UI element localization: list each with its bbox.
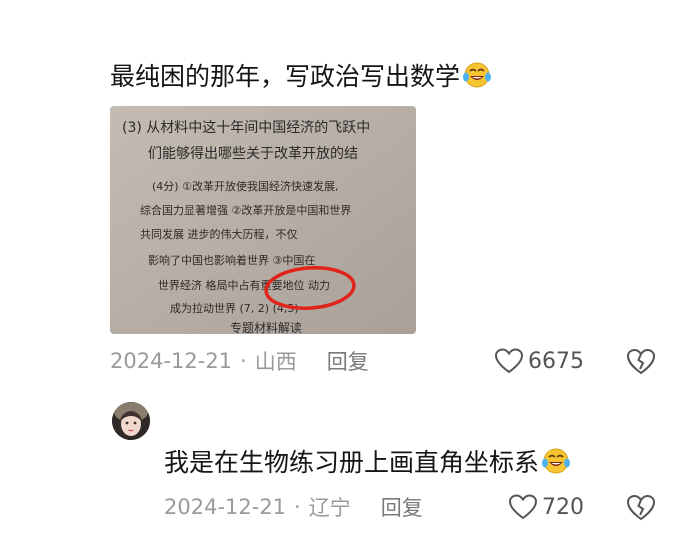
photo-line-5: 共同发展 进步的伟大历程，不仅 [140, 227, 298, 241]
comment-2-body: 我是在生物练习册上画直角坐标系 [164, 448, 540, 477]
heart-icon [508, 494, 538, 520]
comment-2-reply-button[interactable]: 回复 [381, 492, 423, 522]
photo-line-9: 专题材料解读 [230, 320, 302, 334]
comment-1-meta: 2024-12-21 · 山西 回复 [110, 346, 369, 376]
comment-2-meta: 2024-12-21 · 辽宁 回复 [164, 492, 423, 522]
comment-1-body: 最纯困的那年，写政治写出数学 [110, 62, 461, 91]
comment-2-like-count: 720 [542, 494, 584, 520]
photo-line-4: 综合国力显著增强 ②改革开放是中国和世界 [140, 203, 351, 217]
meta-separator: · [294, 495, 301, 519]
photo-line-6: 影响了中国也影响着世界 ③中国在 [148, 253, 315, 267]
photo-line-1: (3) 从材料中这十年间中国经济的飞跃中 [122, 119, 370, 136]
photo-line-2: 们能够得出哪些关于改革开放的结 [148, 145, 358, 162]
photo-line-7: 世界经济 格局中占有重要地位 动力 [158, 278, 330, 292]
comment-1-like-count: 6675 [528, 348, 584, 374]
comment-1-date: 2024-12-21 [110, 349, 233, 373]
broken-heart-icon[interactable] [626, 492, 656, 522]
comment-1-like-button[interactable]: 6675 [494, 346, 584, 376]
comment-2-location: 辽宁 [308, 496, 351, 520]
comment-1-text: 最纯困的那年，写政治写出数学 [110, 60, 492, 94]
user-avatar[interactable] [112, 402, 150, 440]
homework-photo[interactable]: (3) 从材料中这十年间中国经济的飞跃中 们能够得出哪些关于改革开放的结 (4分… [110, 106, 416, 334]
comment-2-date: 2024-12-21 [164, 495, 287, 519]
heart-icon [494, 348, 524, 374]
meta-separator: · [240, 349, 247, 373]
comment-2-like-button[interactable]: 720 [508, 492, 584, 522]
broken-heart-icon[interactable] [626, 346, 656, 376]
laughing-tears-emoji-icon [463, 62, 492, 88]
comment-1-location: 山西 [254, 350, 297, 374]
comment-2-text: 我是在生物练习册上画直角坐标系 [164, 446, 571, 480]
photo-line-3: (4分) ①改革开放使我国经济快速发展, [152, 179, 338, 193]
laughing-tears-emoji-icon [542, 448, 571, 474]
comment-1-reply-button[interactable]: 回复 [327, 346, 369, 376]
